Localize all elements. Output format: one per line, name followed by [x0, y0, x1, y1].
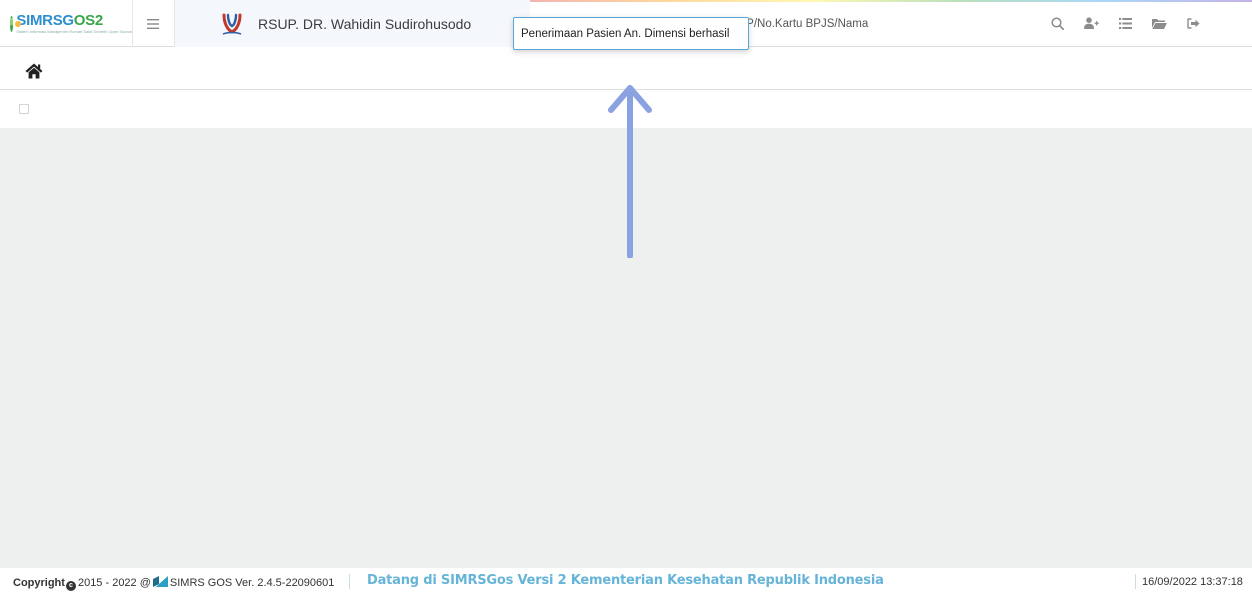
copyright-icon: c: [65, 581, 76, 591]
brand-flower-icon: [10, 15, 23, 32]
hospital-name: RSUP. DR. Wahidin Sudirohusodo: [258, 15, 472, 32]
footer-copyright: Copyright c 2015 - 2022 @ SIMRS GOS Ver. 2.…: [13, 576, 335, 591]
home-icon[interactable]: [25, 63, 43, 79]
search-icon: [1050, 17, 1064, 30]
brand-logo[interactable]: SIMRSGOS2 Sistem Informasi Manajemen Rum…: [0, 0, 132, 47]
app-window: SIMRSGOS2 Sistem Informasi Manajemen Rum…: [0, 0, 1252, 594]
brand-tagline: Sistem Informasi Manajemen Rumah Sakit G…: [16, 29, 132, 34]
logout-button[interactable]: [1176, 0, 1210, 47]
kemenkes-logo-icon: [152, 576, 168, 587]
select-checkbox[interactable]: [19, 104, 29, 114]
footer-datetime: 16/09/2022 13:37:18: [1142, 576, 1243, 588]
welcome-marquee: Datang di SIMRSGos Versi 2 Kementerian K…: [367, 573, 884, 588]
search-button[interactable]: [1040, 0, 1074, 47]
folder-button[interactable]: [1142, 0, 1176, 47]
hospital-header: RSUP. DR. Wahidin Sudirohusodo: [175, 0, 530, 47]
add-user-icon: [1083, 17, 1099, 29]
logout-icon: [1186, 18, 1199, 29]
folder-icon: [1151, 19, 1167, 29]
list-button[interactable]: [1108, 0, 1142, 47]
top-navbar: SIMRSGOS2 Sistem Informasi Manajemen Rum…: [0, 0, 1252, 50]
brand-name: SIMRSGOS2: [16, 12, 103, 29]
navbar-actions: [1040, 0, 1210, 47]
footer: Copyright c 2015 - 2022 @ SIMRS GOS Ver. 2.…: [0, 568, 1252, 594]
divider: [349, 574, 350, 589]
hamburger-icon: [147, 18, 159, 29]
list-icon: [1118, 18, 1132, 29]
app-version: SIMRS GOS Ver. 2.4.5-22090601: [169, 577, 335, 589]
add-patient-button[interactable]: [1074, 0, 1108, 47]
hospital-logo-icon: [222, 13, 242, 35]
annotation-arrow-icon: [608, 85, 652, 258]
menu-toggle-button[interactable]: [133, 0, 173, 47]
notification-toast: Penerimaan Pasien An. Dimensi berhasil: [513, 17, 749, 50]
divider: [1135, 574, 1136, 589]
